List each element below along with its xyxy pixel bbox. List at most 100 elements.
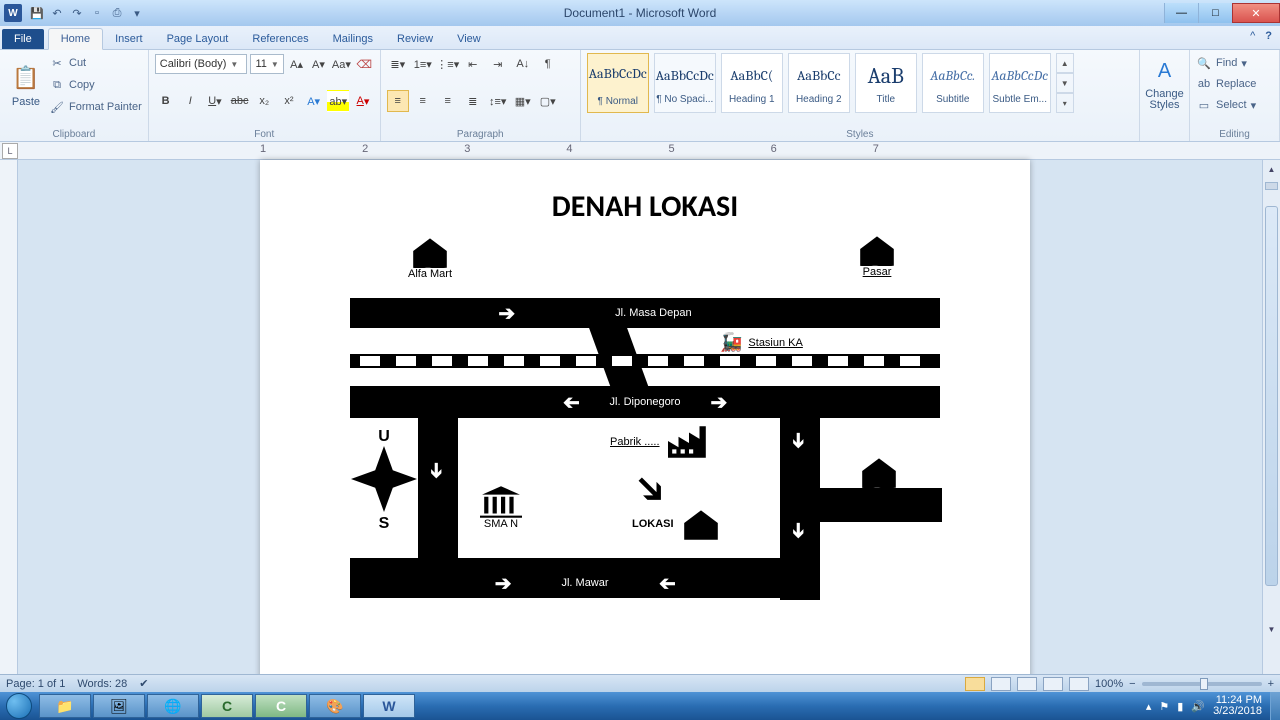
style--no-spaci-[interactable]: AaBbCcDc¶ No Spaci... <box>654 53 716 113</box>
grow-font-icon[interactable]: A▴ <box>287 53 306 75</box>
document-page[interactable]: DENAH LOKASI Alfa Mart Pasar ➔ Jl. Masa … <box>260 160 1030 674</box>
line-spacing-icon[interactable]: ↕≡▾ <box>487 90 509 112</box>
tray-clock[interactable]: 11:24 PM 3/23/2018 <box>1213 695 1262 717</box>
zoom-out-icon[interactable]: − <box>1129 678 1135 690</box>
style-row-down[interactable]: ▼ <box>1056 73 1074 93</box>
strike-icon[interactable]: abc <box>229 90 251 112</box>
status-words[interactable]: Words: 28 <box>77 678 127 690</box>
horizontal-ruler[interactable]: 1234567 <box>0 142 1280 160</box>
tab-mailings[interactable]: Mailings <box>321 29 385 49</box>
qat-undo-icon[interactable]: ↶ <box>48 4 66 22</box>
clear-formatting-icon[interactable]: ⌫ <box>355 53 374 75</box>
shrink-font-icon[interactable]: A▾ <box>309 53 328 75</box>
copy-button[interactable]: ⧉Copy <box>49 75 142 95</box>
tray-up-icon[interactable]: ▴ <box>1146 700 1152 713</box>
qat-more-icon[interactable]: ▾ <box>128 4 146 22</box>
taskbar-camtasia1[interactable]: C <box>201 694 253 718</box>
align-center-icon[interactable]: ≡ <box>412 90 434 112</box>
bold-icon[interactable]: B <box>155 90 177 112</box>
underline-icon[interactable]: U▾ <box>204 90 226 112</box>
shading-icon[interactable]: ▦▾ <box>512 90 534 112</box>
change-case-icon[interactable]: Aa▾ <box>331 53 352 75</box>
highlight-icon[interactable]: ab▾ <box>327 90 349 112</box>
font-color-icon[interactable]: A▾ <box>352 90 374 112</box>
qat-print-icon[interactable]: ⎙ <box>108 4 126 22</box>
start-button[interactable] <box>0 692 38 720</box>
justify-icon[interactable]: ≣ <box>462 90 484 112</box>
bullets-icon[interactable]: ≣▾ <box>387 53 409 75</box>
font-name-select[interactable]: Calibri (Body)▼ <box>155 54 248 74</box>
taskbar-camtasia2[interactable]: C <box>255 694 307 718</box>
taskbar-word[interactable]: W <box>363 694 415 718</box>
view-draft[interactable] <box>1069 677 1089 691</box>
status-page[interactable]: Page: 1 of 1 <box>6 678 65 690</box>
tab-insert[interactable]: Insert <box>103 29 155 49</box>
taskbar-explorer[interactable]: 📁 <box>39 694 91 718</box>
maximize-button[interactable]: □ <box>1198 3 1232 23</box>
superscript-icon[interactable]: x² <box>278 90 300 112</box>
vertical-scrollbar[interactable]: ▲ ▼ <box>1262 160 1280 674</box>
qat-new-icon[interactable]: ▫ <box>88 4 106 22</box>
tray-network-icon[interactable]: ▮ <box>1177 700 1183 713</box>
vertical-ruler[interactable] <box>0 160 18 674</box>
indent-inc-icon[interactable]: ⇥ <box>487 53 509 75</box>
align-left-icon[interactable]: ≡ <box>387 90 409 112</box>
subscript-icon[interactable]: x₂ <box>253 90 275 112</box>
multilevel-icon[interactable]: ⋮≡▾ <box>437 53 459 75</box>
minimize-ribbon-icon[interactable]: ^ <box>1250 30 1255 42</box>
close-button[interactable]: ✕ <box>1232 3 1280 23</box>
tab-file[interactable]: File <box>2 29 44 49</box>
taskbar-app1[interactable]: 🖼 <box>93 694 145 718</box>
paste-button[interactable]: 📋 Paste <box>6 60 46 110</box>
borders-icon[interactable]: ▢▾ <box>537 90 559 112</box>
format-painter-button[interactable]: 🖌Format Painter <box>49 97 142 117</box>
text-effects-icon[interactable]: A▾ <box>303 90 325 112</box>
find-button[interactable]: 🔍Find ▾ <box>1196 53 1273 73</box>
style-heading-1[interactable]: AaBbC(Heading 1 <box>721 53 783 113</box>
zoom-value[interactable]: 100% <box>1095 678 1123 690</box>
view-outline[interactable] <box>1043 677 1063 691</box>
minimize-button[interactable]: — <box>1164 3 1198 23</box>
zoom-in-icon[interactable]: + <box>1268 678 1274 690</box>
align-right-icon[interactable]: ≡ <box>437 90 459 112</box>
view-print-layout[interactable] <box>965 677 985 691</box>
tab-home[interactable]: Home <box>48 28 103 50</box>
font-size-select[interactable]: 11▼ <box>250 54 284 74</box>
style-heading-2[interactable]: AaBbCcHeading 2 <box>788 53 850 113</box>
indent-dec-icon[interactable]: ⇤ <box>462 53 484 75</box>
tab-review[interactable]: Review <box>385 29 445 49</box>
sort-icon[interactable]: A↓ <box>512 53 534 75</box>
style--normal[interactable]: AaBbCcDc¶ Normal <box>587 53 649 113</box>
italic-icon[interactable]: I <box>179 90 201 112</box>
scroll-up-icon[interactable]: ▲ <box>1263 160 1280 178</box>
tray-sound-icon[interactable]: 🔊 <box>1191 700 1205 713</box>
tab-view[interactable]: View <box>445 29 493 49</box>
style-more[interactable]: ▾ <box>1056 93 1074 113</box>
cut-button[interactable]: ✂Cut <box>49 53 142 73</box>
style-title[interactable]: AaBTitle <box>855 53 917 113</box>
zoom-slider[interactable] <box>1142 682 1262 686</box>
style-subtle-em-[interactable]: AaBbCcDcSubtle Em... <box>989 53 1051 113</box>
qat-save-icon[interactable]: 💾 <box>28 4 46 22</box>
change-styles-button[interactable]: A Change Styles <box>1146 53 1183 113</box>
tab-references[interactable]: References <box>240 29 320 49</box>
help-icon[interactable]: ? <box>1265 30 1272 42</box>
zoom-knob[interactable] <box>1200 678 1208 690</box>
status-proof-icon[interactable]: ✔ <box>139 677 148 690</box>
select-button[interactable]: ▭Select ▾ <box>1196 95 1273 115</box>
split-handle[interactable] <box>1265 182 1278 190</box>
style-subtitle[interactable]: AaBbCc.Subtitle <box>922 53 984 113</box>
view-web-layout[interactable] <box>1017 677 1037 691</box>
taskbar-paint[interactable]: 🎨 <box>309 694 361 718</box>
scroll-down-icon[interactable]: ▼ <box>1263 620 1280 638</box>
scroll-thumb[interactable] <box>1265 206 1278 586</box>
style-row-up[interactable]: ▲ <box>1056 53 1074 73</box>
taskbar-chrome[interactable]: 🌐 <box>147 694 199 718</box>
replace-button[interactable]: abReplace <box>1196 74 1273 94</box>
qat-redo-icon[interactable]: ↷ <box>68 4 86 22</box>
show-marks-icon[interactable]: ¶ <box>537 53 559 75</box>
numbering-icon[interactable]: 1≡▾ <box>412 53 434 75</box>
tab-page-layout[interactable]: Page Layout <box>155 29 241 49</box>
tray-flag-icon[interactable]: ⚑ <box>1159 700 1169 713</box>
show-desktop-button[interactable] <box>1270 692 1280 720</box>
